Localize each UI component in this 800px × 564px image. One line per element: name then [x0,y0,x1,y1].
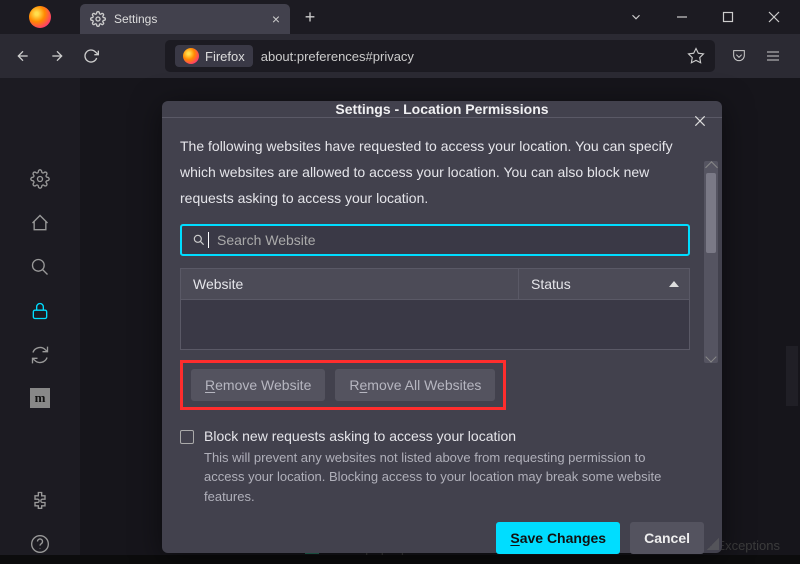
block-new-requests-checkbox[interactable] [180,430,194,444]
gear-icon [90,11,106,27]
bookmark-star-icon[interactable] [687,47,705,65]
identity-box[interactable]: Firefox [175,45,253,67]
text-cursor [208,232,209,248]
permissions-table-body [180,300,690,350]
home-icon[interactable] [29,212,51,234]
search-pane-icon[interactable] [29,256,51,278]
forward-button[interactable] [42,41,72,71]
settings-main: Block pop-up windows Exceptions Settings… [80,78,800,555]
new-tab-button[interactable]: + [296,3,324,31]
identity-label: Firefox [205,49,245,64]
dialog-header: Settings - Location Permissions [162,101,722,118]
app-menu-icon[interactable] [758,41,788,71]
remove-website-rest: emove Website [215,377,311,393]
tab-title: Settings [114,12,264,26]
window-minimize-icon[interactable] [660,2,704,32]
search-input[interactable] [217,232,678,248]
dialog-body: The following websites have requested to… [162,118,722,510]
dialog-description: The following websites have requested to… [180,134,704,212]
window-maximize-icon[interactable] [706,2,750,32]
highlighted-remove-buttons: Remove Website Remove All Websites [180,360,506,410]
tab-close-icon[interactable]: × [272,11,280,27]
window-titlebar: Settings × + [0,0,800,34]
more-from-mozilla-icon[interactable]: m [30,388,50,408]
reload-button[interactable] [76,41,106,71]
url-bar[interactable]: Firefox about:preferences#privacy [165,40,715,72]
block-new-requests-label[interactable]: Block new requests asking to access your… [204,428,516,444]
search-icon [192,233,206,247]
sync-icon[interactable] [29,344,51,366]
column-website[interactable]: Website [181,269,519,299]
firefox-logo [0,6,80,28]
save-changes-button[interactable]: Save Changes [496,522,620,554]
url-text: about:preferences#privacy [261,49,414,64]
column-status-label: Status [531,276,571,292]
pocket-icon[interactable] [724,41,754,71]
general-icon[interactable] [29,168,51,190]
remove-all-rest: move All Websites [367,377,481,393]
cancel-button[interactable]: Cancel [630,522,704,554]
settings-sidebar: m [0,78,80,555]
browser-tab[interactable]: Settings × [80,4,290,34]
remove-website-button[interactable]: Remove Website [191,369,325,401]
block-new-requests-row: Block new requests asking to access your… [180,428,704,444]
help-icon[interactable] [29,533,51,555]
dialog-footer: Save Changes Cancel [162,510,722,564]
permissions-table-header: Website Status [180,268,690,300]
remove-all-websites-button[interactable]: Remove All Websites [335,369,495,401]
sort-arrow-icon [669,281,679,287]
window-close-icon[interactable] [752,2,796,32]
privacy-lock-icon[interactable] [29,300,51,322]
tabs-dropdown-icon[interactable] [614,2,658,32]
column-status[interactable]: Status [519,269,689,299]
firefox-icon [183,48,199,64]
location-permissions-dialog: Settings - Location Permissions The foll… [162,101,722,553]
dialog-title: Settings - Location Permissions [335,101,548,117]
nav-toolbar: Firefox about:preferences#privacy [0,34,800,78]
search-website-field[interactable] [180,224,690,256]
back-button[interactable] [8,41,38,71]
resize-grip-icon[interactable] [707,538,719,550]
block-new-requests-help: This will prevent any websites not liste… [204,448,704,507]
extensions-icon[interactable] [29,489,51,511]
